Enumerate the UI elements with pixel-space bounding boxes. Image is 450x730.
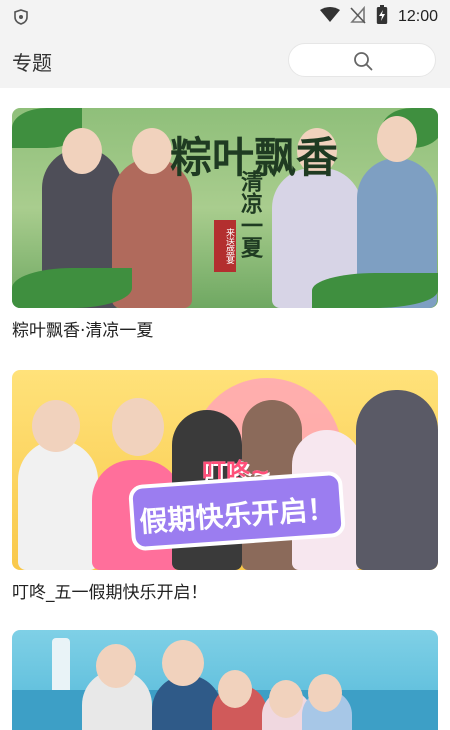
topic-card[interactable]: 叮咚~ 假期快乐开启！ 叮咚_五一假期快乐开启！: [12, 370, 438, 603]
topic-banner[interactable]: [12, 630, 438, 730]
wifi-icon: [319, 7, 340, 27]
topic-title[interactable]: 粽叶飘香·清凉一夏: [12, 316, 153, 341]
status-bar: 12:00: [0, 0, 450, 34]
topic-card[interactable]: 粽叶飘香 清凉一夏 来送盛宴 粽叶飘香·清凉一夏: [12, 108, 438, 341]
no-signal-icon: [350, 5, 366, 28]
search-button[interactable]: [288, 43, 436, 77]
banner-stamp: 来送盛宴: [214, 220, 236, 272]
topic-banner[interactable]: 叮咚~ 假期快乐开启！: [12, 370, 438, 570]
topic-title[interactable]: 叮咚_五一假期快乐开启！: [12, 578, 208, 603]
topic-card[interactable]: [12, 630, 438, 730]
shield-icon: [14, 9, 28, 25]
clock-time: 12:00: [397, 8, 438, 25]
page-header: 专题: [0, 34, 450, 88]
banner-title-main: 假期快乐开启！: [138, 492, 337, 539]
topic-list: 粽叶飘香 清凉一夏 来送盛宴 粽叶飘香·清凉一夏 叮咚~ 假期快乐开启！ 叮咚_…: [0, 88, 450, 730]
topic-banner[interactable]: 粽叶飘香 清凉一夏 来送盛宴: [12, 108, 438, 308]
page-title: 专题: [12, 51, 52, 75]
banner-title-side: 清凉一夏: [237, 170, 263, 258]
battery-icon: [376, 5, 388, 29]
search-icon: [354, 52, 373, 71]
